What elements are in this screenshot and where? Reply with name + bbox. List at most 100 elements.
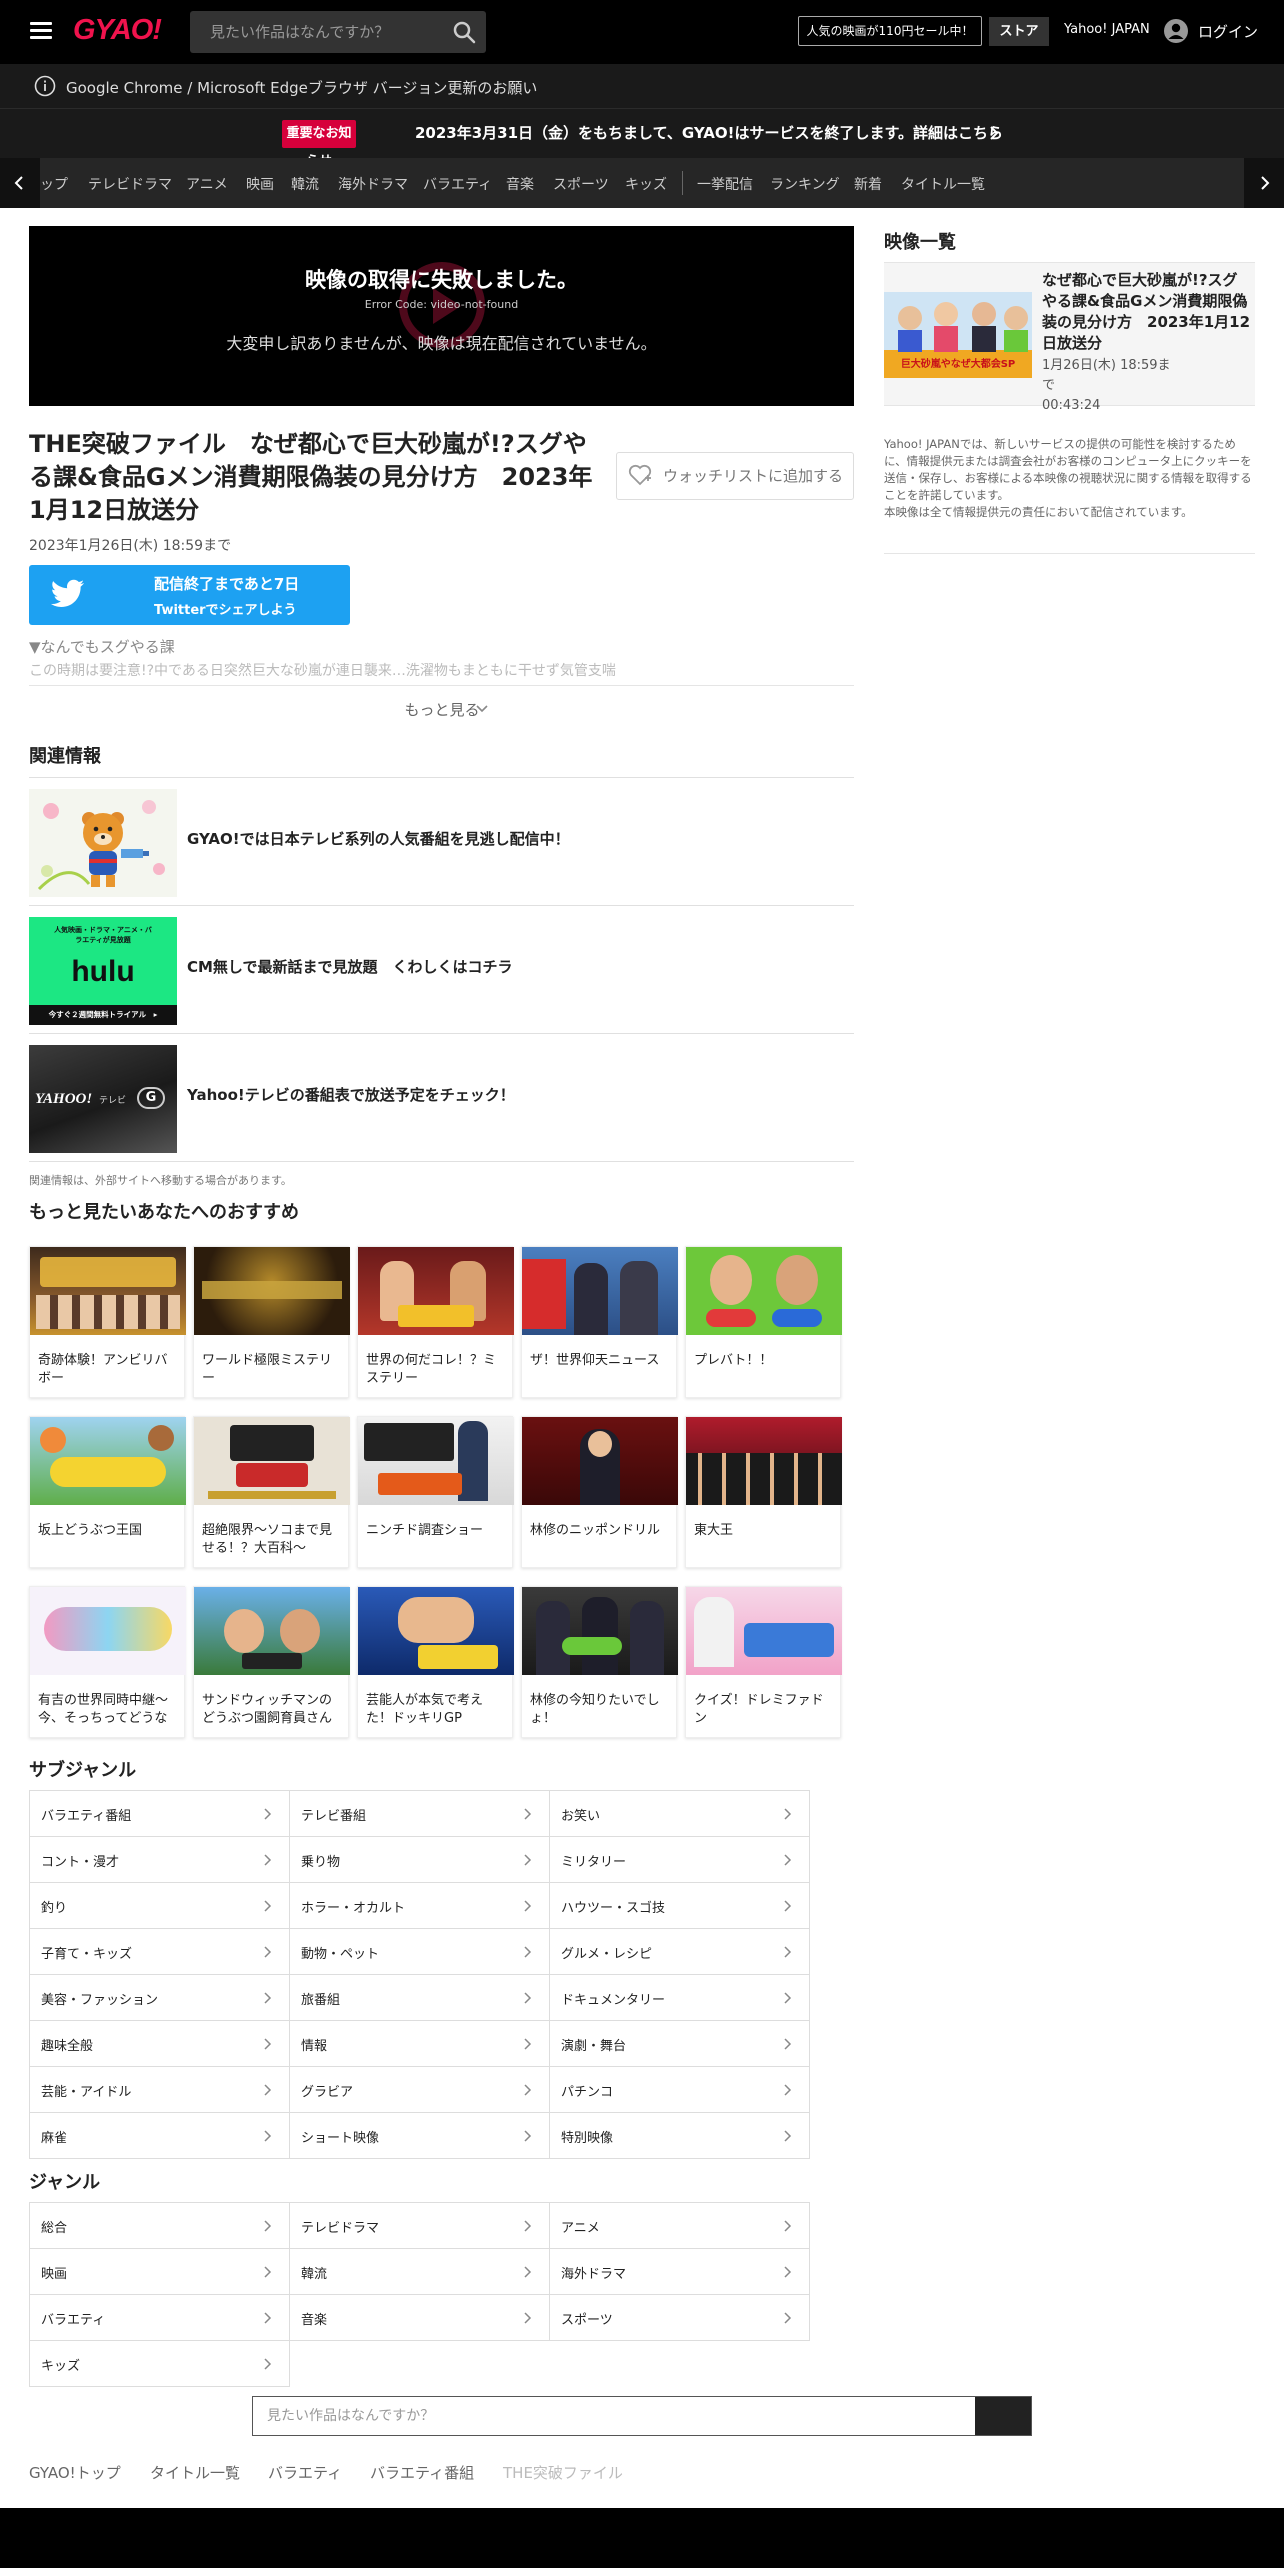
related-text-gyao[interactable]: GYAO!では日本テレビ系列の人気番組を見逃し配信中！ bbox=[187, 828, 570, 849]
subgenre-item[interactable]: 趣味全般 bbox=[29, 2021, 290, 2067]
recommend-card[interactable]: 坂上どうぶつ王国 bbox=[29, 1416, 186, 1568]
subgenre-item[interactable]: 旅番組 bbox=[290, 1975, 550, 2021]
show-more-label[interactable]: もっと見る bbox=[404, 701, 479, 719]
nav-scroll-right-button[interactable] bbox=[1244, 158, 1284, 208]
thumb-zoo1[interactable] bbox=[194, 1587, 350, 1675]
subgenre-item[interactable]: ハウツー・スゴ技 bbox=[550, 1883, 810, 1929]
card-title[interactable]: クイズ！ドレミファドン bbox=[694, 1692, 836, 1728]
genre-label[interactable]: キッズ bbox=[41, 2355, 80, 2374]
nav-item-title-list[interactable]: タイトル一覧 bbox=[901, 174, 985, 194]
nav-scroll-left-button[interactable] bbox=[0, 158, 40, 208]
subgenre-item[interactable]: ミリタリー bbox=[550, 1837, 810, 1883]
related-item-gyao[interactable]: GYAO!では日本テレビ系列の人気番組を見逃し配信中！ bbox=[29, 778, 854, 906]
chevron-down-icon[interactable] bbox=[476, 703, 488, 715]
thumb-doremifa[interactable] bbox=[686, 1587, 842, 1675]
thumb-imashiritai[interactable] bbox=[522, 1587, 678, 1675]
genre-label[interactable]: バラエティ bbox=[41, 2309, 105, 2328]
subgenre-label[interactable]: バラエティ番組 bbox=[41, 1805, 131, 1824]
subgenre-label[interactable]: ミリタリー bbox=[561, 1851, 626, 1870]
subgenre-label[interactable]: 趣味全般 bbox=[41, 2035, 93, 2054]
subgenre-item[interactable]: 釣り bbox=[29, 1883, 290, 1929]
thumb-chozetsu[interactable] bbox=[194, 1417, 350, 1505]
genre-label[interactable]: 音楽 bbox=[301, 2309, 327, 2328]
genre-item[interactable]: 音楽 bbox=[290, 2295, 550, 2341]
recommend-card[interactable]: ワールド極限ミステリー bbox=[193, 1246, 350, 1398]
subgenre-label[interactable]: コント・漫才 bbox=[41, 1851, 119, 1870]
card-title[interactable]: 有吉の世界同時中継～今、そっちってどうな bbox=[38, 1692, 180, 1728]
nav-item-top[interactable]: トップ bbox=[40, 174, 68, 194]
subgenre-label[interactable]: パチンコ bbox=[561, 2081, 613, 2100]
card-title[interactable]: ニンチド調査ショー bbox=[366, 1522, 508, 1540]
thumb-gyoten-news[interactable] bbox=[522, 1247, 678, 1335]
thumb-todai-o[interactable] bbox=[686, 1417, 842, 1505]
thumb-nippon-drill[interactable] bbox=[522, 1417, 678, 1505]
card-title[interactable]: 林修のニッポンドリル bbox=[530, 1522, 672, 1540]
genre-label[interactable]: テレビドラマ bbox=[301, 2217, 379, 2236]
genre-label[interactable]: 韓流 bbox=[301, 2263, 327, 2282]
nav-item-movie[interactable]: 映画 bbox=[246, 174, 274, 194]
related-item-yahoo-tv[interactable]: YAHOO! テレビ G Yahoo!テレビの番組表で放送予定をチェック！ bbox=[29, 1034, 854, 1162]
genre-label[interactable]: 総合 bbox=[41, 2217, 67, 2236]
subgenre-item[interactable]: ショート映像 bbox=[290, 2113, 550, 2159]
nav-item-kids[interactable]: キッズ bbox=[625, 174, 667, 194]
breadcrumb-variety[interactable]: バラエティ bbox=[268, 2462, 342, 2483]
recommend-card[interactable]: ザ！世界仰天ニュース bbox=[521, 1246, 678, 1398]
recommend-card[interactable]: 有吉の世界同時中継～今、そっちってどうな bbox=[29, 1586, 186, 1738]
genre-item[interactable]: 韓流 bbox=[290, 2249, 550, 2295]
related-item-hulu[interactable]: 人気映画・ドラマ・アニメ・バラエティが見放題 hulu 今すぐ２週間無料トライア… bbox=[29, 906, 854, 1034]
genre-item[interactable]: 映画 bbox=[29, 2249, 290, 2295]
recommend-card[interactable]: プレバト！！ bbox=[685, 1246, 842, 1398]
subgenre-item[interactable]: お笑い bbox=[550, 1791, 810, 1837]
subgenre-label[interactable]: 子育て・キッズ bbox=[41, 1943, 132, 1962]
subgenre-label[interactable]: テレビ番組 bbox=[301, 1805, 366, 1824]
hamburger-menu-icon[interactable] bbox=[30, 22, 52, 40]
genre-item[interactable]: 総合 bbox=[29, 2203, 290, 2249]
genre-item[interactable]: テレビドラマ bbox=[290, 2203, 550, 2249]
subgenre-item[interactable]: 美容・ファッション bbox=[29, 1975, 290, 2021]
bottom-search-button[interactable] bbox=[975, 2397, 1031, 2435]
recommend-card[interactable]: ニンチド調査ショー bbox=[357, 1416, 514, 1568]
video-list-thumbnail[interactable]: 巨大砂嵐やなぜ大都会SP bbox=[884, 292, 1032, 378]
gyao-logo[interactable]: GYAO! bbox=[73, 14, 162, 47]
yahoo-japan-link[interactable]: Yahoo! JAPAN bbox=[1064, 22, 1150, 37]
card-title[interactable]: 芸能人が本気で考えた！ドッキリGP bbox=[366, 1692, 508, 1728]
thumb-prebat[interactable] bbox=[686, 1247, 842, 1335]
notice-bar[interactable]: 重要なお知らせ 2023年3月31日（金）をもちまして、GYAO!はサービスを終… bbox=[0, 108, 1284, 169]
search-icon[interactable] bbox=[452, 20, 476, 44]
subgenre-item[interactable]: 乗り物 bbox=[290, 1837, 550, 1883]
genre-item[interactable]: キッズ bbox=[29, 2341, 290, 2387]
nav-item-anime[interactable]: アニメ bbox=[186, 174, 228, 194]
notice-text[interactable]: 2023年3月31日（金）をもちまして、GYAO!はサービスを終了します。詳細は… bbox=[415, 122, 1003, 143]
nav-item-ranking[interactable]: ランキング bbox=[770, 174, 840, 194]
bottom-search-input[interactable] bbox=[253, 2397, 977, 2435]
subgenre-label[interactable]: ドキュメンタリー bbox=[561, 1989, 665, 2008]
recommend-card[interactable]: 超絶限界～ソコまで見せる！？大百科～ bbox=[193, 1416, 350, 1568]
show-more-button[interactable]: もっと見る bbox=[0, 699, 884, 720]
nav-item-binge[interactable]: 一挙配信 bbox=[697, 174, 753, 194]
login-link[interactable]: ログイン bbox=[1198, 21, 1258, 42]
nav-item-foreign-drama[interactable]: 海外ドラマ bbox=[338, 174, 408, 194]
subgenre-label[interactable]: 麻雀 bbox=[41, 2127, 67, 2146]
subgenre-label[interactable]: 特別映像 bbox=[561, 2127, 613, 2146]
related-text-hulu[interactable]: CM無しで最新話まで見放題 くわしくはコチラ bbox=[187, 956, 513, 977]
card-title[interactable]: サンドウィッチマンのどうぶつ園飼育員さん bbox=[202, 1692, 344, 1728]
subgenre-item[interactable]: ホラー・オカルト bbox=[290, 1883, 550, 1929]
nav-item-sports[interactable]: スポーツ bbox=[553, 174, 609, 194]
thumb-dokkiri-gp[interactable] bbox=[358, 1587, 514, 1675]
thumb-nandakore[interactable] bbox=[358, 1247, 514, 1335]
subgenre-item[interactable]: 情報 bbox=[290, 2021, 550, 2067]
subgenre-label[interactable]: ハウツー・スゴ技 bbox=[561, 1897, 665, 1916]
genre-item[interactable]: アニメ bbox=[550, 2203, 810, 2249]
thumb-ninchido[interactable] bbox=[358, 1417, 514, 1505]
nav-item-tv-drama[interactable]: テレビドラマ bbox=[88, 174, 172, 194]
recommend-card[interactable]: 林修のニッポンドリル bbox=[521, 1416, 678, 1568]
yahoo-tv-banner[interactable]: YAHOO! テレビ G bbox=[29, 1045, 177, 1153]
subgenre-label[interactable]: 美容・ファッション bbox=[41, 1989, 158, 2008]
subgenre-item[interactable]: 動物・ペット bbox=[290, 1929, 550, 1975]
subgenre-label[interactable]: 釣り bbox=[41, 1897, 67, 1916]
recommend-card[interactable]: 世界の何だコレ！？ミステリー bbox=[357, 1246, 514, 1398]
genre-label[interactable]: 海外ドラマ bbox=[561, 2263, 626, 2282]
thumb-ariyoshi[interactable] bbox=[30, 1587, 186, 1675]
store-button[interactable]: ストア bbox=[989, 17, 1049, 46]
subgenre-item[interactable]: 特別映像 bbox=[550, 2113, 810, 2159]
